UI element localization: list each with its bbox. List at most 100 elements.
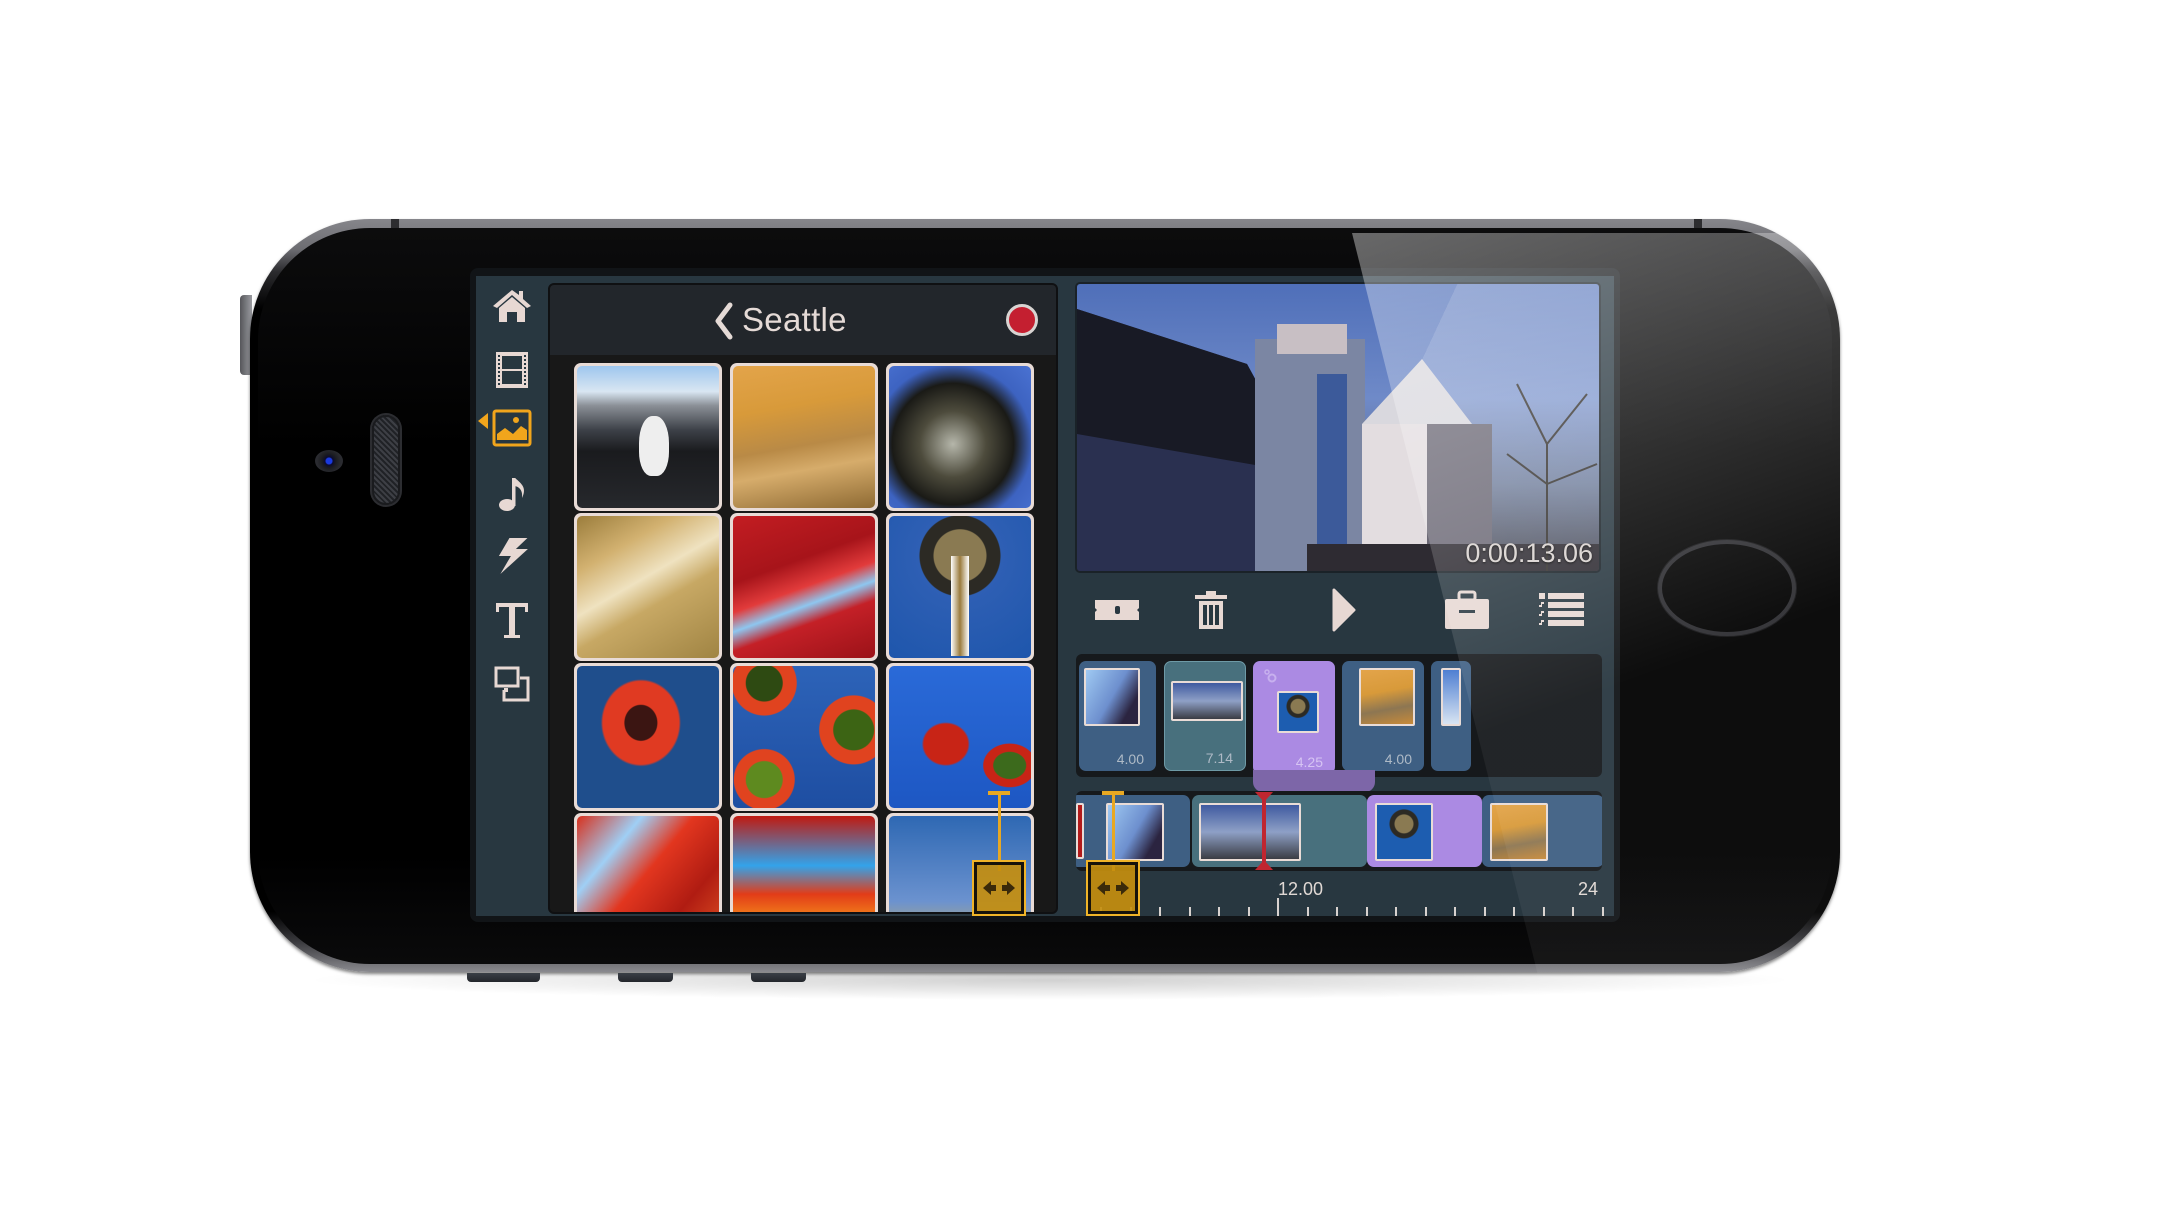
clip-thumbnail — [1490, 803, 1548, 861]
photo-grid — [550, 355, 1056, 912]
sidebar — [476, 276, 548, 916]
detail-timeline[interactable] — [1076, 791, 1602, 871]
image-icon — [492, 409, 532, 447]
playhead-bottom-marker — [1255, 860, 1273, 870]
media-browser: Seattle — [548, 283, 1058, 914]
ruler-tick — [1572, 907, 1574, 916]
time-ruler[interactable]: 12.00 24 — [1076, 873, 1604, 916]
ruler-tick — [1247, 907, 1250, 916]
video-preview[interactable]: 0:00:13.06 — [1075, 282, 1601, 573]
sidebar-item-music[interactable] — [490, 472, 534, 516]
clip-thumbnail — [1277, 691, 1319, 733]
sidebar-item-home[interactable] — [490, 284, 534, 328]
track-list-icon — [1539, 593, 1584, 626]
trim-handle-left[interactable] — [972, 860, 1026, 916]
left-right-arrows-icon — [1097, 881, 1129, 895]
photo-thumbnail[interactable] — [886, 513, 1034, 661]
photo-thumbnail[interactable] — [574, 663, 722, 811]
ruler-tick — [1218, 907, 1220, 916]
photo-thumbnail[interactable] — [574, 813, 722, 912]
sidebar-item-text[interactable] — [490, 598, 534, 642]
side-button — [618, 973, 673, 982]
side-button — [751, 973, 806, 982]
play-button[interactable] — [1324, 586, 1364, 634]
photo-thumbnail[interactable] — [886, 663, 1034, 811]
storyboard-timeline[interactable]: 4.00 7.14 4.25 4.00 — [1076, 654, 1602, 777]
front-camera — [315, 450, 343, 472]
trim-handle-right[interactable] — [1086, 860, 1140, 916]
ruler-tick — [1365, 907, 1368, 916]
active-indicator-icon — [478, 413, 488, 429]
ruler-tick — [1336, 907, 1338, 916]
photo-thumbnail[interactable] — [730, 663, 878, 811]
film-strip-icon — [496, 352, 528, 388]
clip-duration: 7.14 — [1205, 750, 1233, 766]
razor-split-icon — [1095, 600, 1139, 620]
chevron-left-icon — [715, 302, 733, 340]
gear-icon — [1264, 669, 1277, 683]
toolbox-button[interactable] — [1442, 586, 1492, 634]
photo-thumbnail[interactable] — [886, 363, 1034, 511]
ruler-tick — [1601, 907, 1604, 916]
timeline-clip-selected[interactable]: 4.25 — [1253, 661, 1335, 774]
photo-thumbnail[interactable] — [574, 513, 722, 661]
sidebar-item-photos[interactable] — [490, 406, 534, 450]
album-title: Seattle — [742, 301, 847, 338]
clip-thumbnail — [1375, 803, 1433, 861]
earpiece-speaker — [372, 415, 400, 505]
timeline-clip[interactable]: 4.00 — [1079, 661, 1156, 771]
overlay-layers-icon — [494, 666, 530, 702]
selected-clip-connector — [1253, 770, 1375, 792]
track-list-button[interactable] — [1536, 586, 1588, 634]
ruler-tick — [1513, 907, 1515, 916]
text-icon — [496, 603, 528, 638]
ruler-tick — [1188, 907, 1191, 916]
photo-thumbnail[interactable] — [730, 513, 878, 661]
timeline-clip[interactable]: 7.14 — [1164, 661, 1246, 771]
timeline-clip[interactable]: 4.00 — [1342, 661, 1424, 771]
back-button[interactable] — [708, 299, 738, 343]
ruler-tick — [1159, 907, 1161, 916]
preview-frame-image — [1077, 309, 1599, 571]
clip-thumbnail — [1171, 681, 1243, 721]
video-editor-app: Seattle 0:00:13.06 4.00 7.14 4.25 4.00 1… — [476, 276, 1614, 916]
clip-thumbnail — [1199, 803, 1301, 861]
playhead[interactable] — [1262, 793, 1266, 869]
side-button — [467, 973, 540, 982]
clip-thumbnail — [1076, 803, 1084, 859]
clip-thumbnail — [1084, 668, 1140, 726]
trim-marker — [998, 791, 1001, 871]
delete-button[interactable] — [1189, 586, 1233, 634]
photo-thumbnail[interactable] — [574, 363, 722, 511]
toolbox-icon — [1445, 590, 1489, 629]
timeline-clip[interactable] — [1431, 661, 1471, 771]
ruler-label: 24 — [1578, 879, 1599, 899]
trash-icon — [1195, 591, 1227, 629]
sidebar-item-video[interactable] — [490, 348, 534, 392]
home-button[interactable] — [1658, 540, 1796, 636]
ruler-tick — [1542, 907, 1545, 916]
split-button[interactable] — [1090, 586, 1144, 634]
clip-duration: 4.00 — [1384, 751, 1412, 767]
left-right-arrows-icon — [983, 881, 1015, 895]
ruler-label: 12.00 — [1278, 879, 1324, 899]
sidebar-item-effects[interactable] — [490, 534, 534, 578]
home-icon — [493, 290, 531, 322]
record-button[interactable] — [1006, 304, 1038, 336]
ruler-tick — [1395, 907, 1397, 916]
sidebar-item-overlay[interactable] — [490, 662, 534, 706]
clip-duration: 4.25 — [1295, 754, 1323, 770]
timeline-clip[interactable] — [1192, 795, 1367, 867]
photo-thumbnail[interactable] — [730, 813, 878, 912]
play-icon — [1332, 588, 1356, 632]
timecode: 0:00:13.06 — [1465, 538, 1593, 568]
timeline-clip[interactable] — [1482, 795, 1602, 867]
clip-duration: 4.00 — [1116, 751, 1144, 767]
music-note-icon — [499, 478, 525, 511]
photo-thumbnail[interactable] — [730, 363, 878, 511]
playhead-top-marker — [1255, 792, 1273, 802]
ruler-tick — [1454, 907, 1456, 916]
ruler-tick — [1483, 907, 1486, 916]
trim-marker — [1112, 791, 1115, 871]
timeline-clip-selected[interactable] — [1367, 795, 1482, 867]
